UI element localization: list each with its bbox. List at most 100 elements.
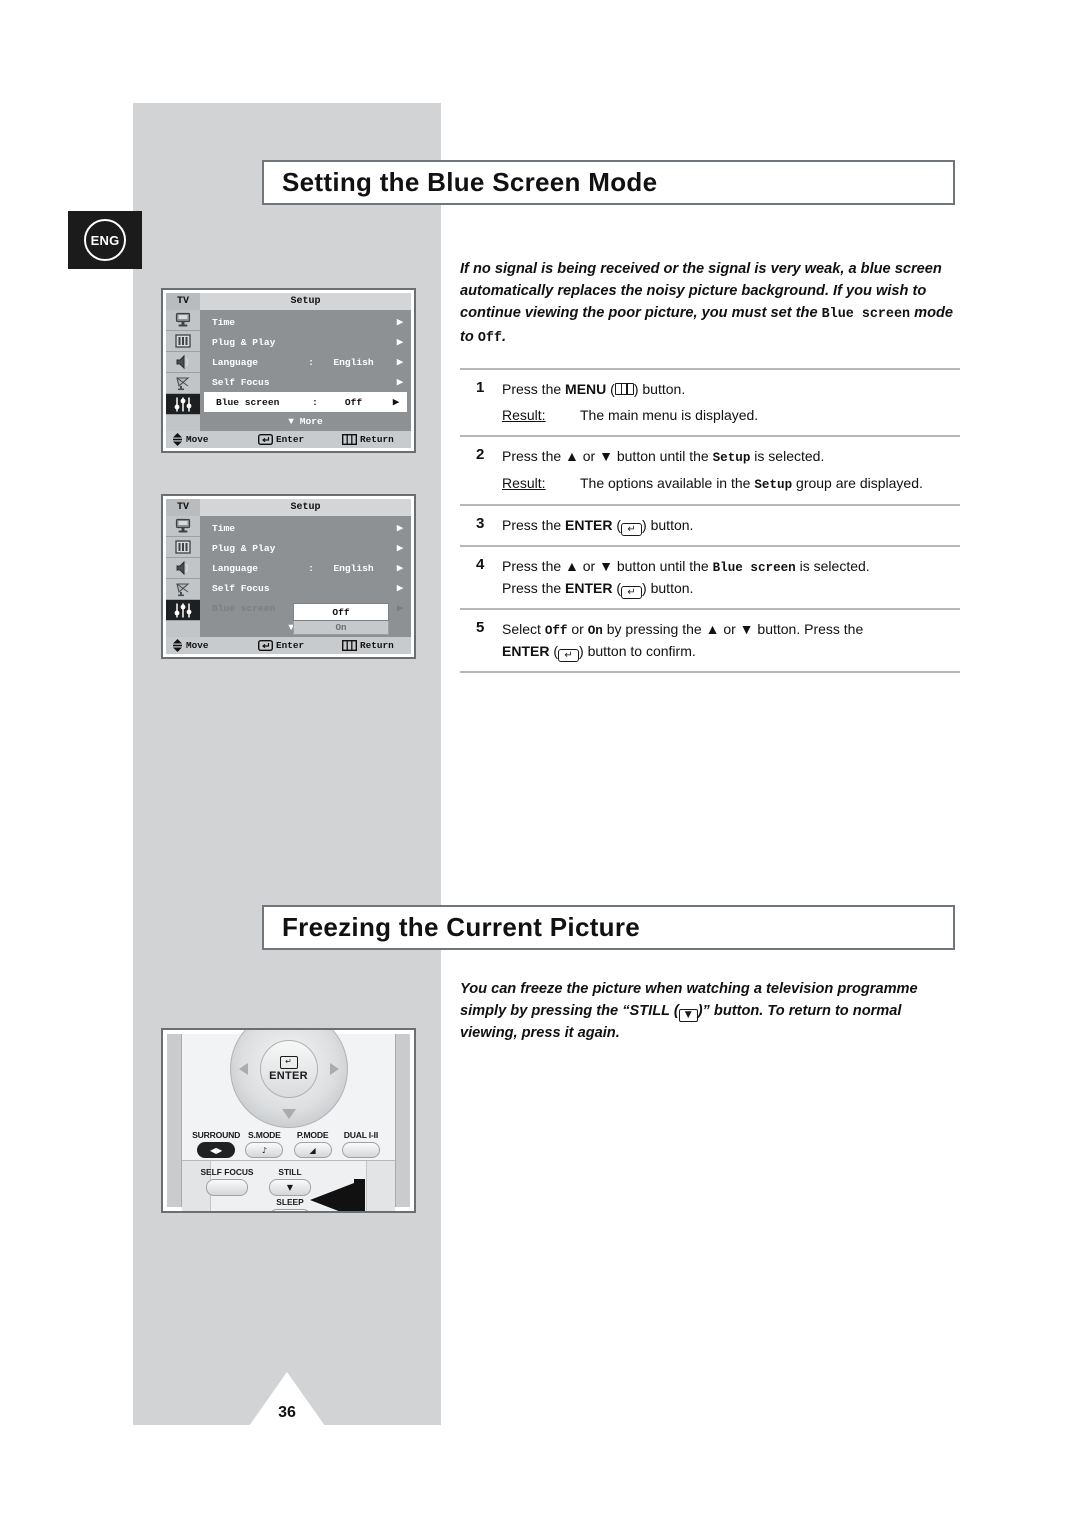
self-focus-button-shape[interactable] [206,1179,248,1196]
dropdown-option-off[interactable]: Off [293,603,389,621]
picture-bars-icon [166,537,200,558]
osd-legend-enter: Enter [258,434,342,445]
osd-row[interactable]: Time ▶ [200,312,411,332]
pmode-button[interactable]: P.MODE ◢ [289,1130,337,1158]
osd-row[interactable]: Language : English ▶ [200,558,411,578]
chevron-right-icon: ▶ [396,523,404,535]
speaker-icon [166,558,200,579]
smode-button-label: S.MODE [248,1130,281,1140]
osd-row[interactable]: Time ▶ [200,518,411,538]
speaker-icon [166,352,200,373]
pmode-glyph: ◢ [309,1145,316,1155]
osd-tv-label: TV [166,499,200,516]
osd-header-2: TV Setup [166,499,411,516]
osd-row-label: Blue screen [216,396,280,408]
blue-screen-dropdown[interactable]: Off On [293,603,389,635]
osd-legend-return: Return [342,434,411,445]
step-body: Press the ENTER (↵) button. [502,515,960,536]
pmode-button-label: P.MODE [296,1130,329,1140]
remote-body: ↵ ENTER SURROUND ◀▶ S.MODE ♪ P.MODE ◢ DU… [167,1030,410,1211]
setup-sliders-icon [166,600,200,621]
osd-screenshot-1: TV Setup Time ▶ Plug & Play ▶ Language:… [161,288,416,453]
paren-open: ( [612,579,622,596]
osd-row[interactable]: Language : English ▶ [200,352,411,372]
step-main-line: Press the ▲ or ▼ button until the Setup … [502,446,960,468]
step-result: Result: The main menu is displayed. [502,405,960,426]
osd-row[interactable]: Self Focus ▶ [200,372,411,392]
dual-button[interactable]: DUAL I-II [337,1130,385,1158]
osd-row-label: Time [212,522,236,534]
step-number: 4 [476,555,485,573]
down-arrow-icon[interactable] [281,1109,296,1119]
osd-row[interactable]: Plug & Play ▶ [200,538,411,558]
osd-row-colon: : [312,396,318,408]
osd-row-label: Plug & Play [212,336,276,348]
step2-text-after: button to confirm. [583,642,696,659]
step-number: 5 [476,618,485,636]
step-1: 1 Press the MENU () button. Result: The … [460,370,960,435]
chevron-right-icon: ▶ [396,337,404,349]
dual-button-pill[interactable] [341,1142,380,1158]
left-arrow-icon[interactable] [238,1063,248,1075]
self-focus-label: SELF FOCUS [200,1167,254,1177]
osd-row-value: English [333,562,374,574]
chevron-right-icon: ▶ [396,563,404,575]
still-button-shape[interactable]: ▼ [269,1179,311,1196]
osd-row-label: Language [212,356,259,368]
surround-button-label: SURROUND [192,1130,241,1140]
page-number: 36 [278,1404,296,1421]
self-focus-button[interactable]: SELF FOCUS [196,1167,258,1196]
enter-icon [258,640,273,651]
chevron-right-icon: ▶ [396,583,404,595]
step-number: 3 [476,514,485,532]
osd-row[interactable]: Self Focus ▶ [200,578,411,598]
step-body: Press the ▲ or ▼ button until the Setup … [502,446,960,495]
smode-button[interactable]: S.MODE ♪ [240,1130,288,1158]
step-main-line: Press the MENU () button. [502,379,960,400]
language-badge-label: ENG [84,219,126,261]
osd-header-1: TV Setup [166,293,411,310]
smode-button-pill[interactable]: ♪ [245,1142,284,1158]
surround-button-pill[interactable]: ◀▶ [197,1142,236,1158]
right-arrow-icon[interactable] [329,1063,339,1075]
step-text-after: is selected. [795,557,870,574]
osd-legend-return-label: Return [360,640,394,651]
osd-rows-1: Time ▶ Plug & Play ▶ Language : English … [200,310,411,431]
clock-icon [166,516,200,537]
pmode-button-pill[interactable]: ◢ [293,1142,332,1158]
updown-arrows-icon [173,639,182,652]
osd-row-label: Plug & Play [212,542,276,554]
remote-lower-band: SELF FOCUS STILL ▼ SLEEP ⏱ [182,1160,395,1211]
step-text-before: Press the ▲ or ▼ button until the [502,557,713,574]
osd-more-label[interactable]: ▼ More [200,412,411,431]
step-mono-blue-screen: Blue screen [712,560,796,575]
pointer-bar-icon [354,1179,365,1211]
language-badge: ENG [68,211,142,269]
down-arrow-icon: ▼ [678,1009,698,1023]
step-result: Result: The options available in the Set… [502,473,960,495]
step-line-2: ENTER (↵) button to confirm. [502,641,960,662]
osd-row-selected[interactable]: Blue screen : Off ▶ [204,392,407,412]
dropdown-option-on[interactable]: On [293,621,389,635]
intro-text-part3: . [501,328,507,345]
osd-row-value: English [333,356,374,368]
setup-sliders-icon [166,394,200,415]
enter-button[interactable]: ↵ ENTER [259,1040,318,1098]
still-label: STILL [278,1167,302,1177]
surround-button[interactable]: SURROUND ◀▶ [192,1130,240,1158]
chevron-right-icon: ▶ [396,317,404,329]
result-after: group are displayed. [792,474,923,491]
section-intro-blue-screen: If no signal is being received or the si… [460,258,960,349]
step-number: 1 [476,379,485,396]
dpad[interactable]: ↵ ENTER [229,1030,348,1128]
osd-row[interactable]: Plug & Play ▶ [200,332,411,352]
osd-body-1: Time ▶ Plug & Play ▶ Language : English … [166,310,411,431]
sleep-button-shape[interactable]: ⏱ [269,1209,311,1211]
step-2: 2 Press the ▲ or ▼ button until the Setu… [460,437,960,504]
step-text-after: button. [646,516,694,533]
chevron-right-icon: ▶ [392,397,400,409]
osd-legend-return-label: Return [360,434,394,445]
remote-right-edge [395,1034,410,1207]
osd-legend-enter: Enter [258,640,342,651]
paren-open: ( [612,516,622,533]
